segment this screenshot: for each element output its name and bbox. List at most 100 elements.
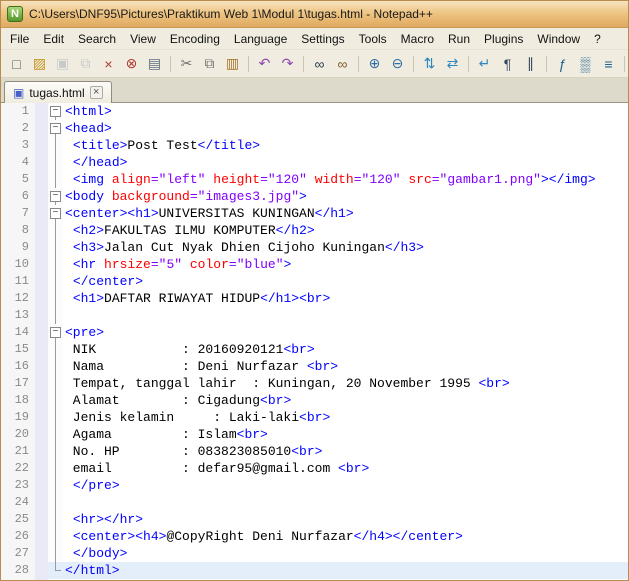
code-text[interactable]: email : defar95@gmail.com <br> xyxy=(63,460,628,477)
bookmark-margin[interactable] xyxy=(35,171,48,188)
bookmark-margin[interactable] xyxy=(35,239,48,256)
fold-collapse-box-icon[interactable]: − xyxy=(50,208,61,219)
fold-toggle-icon[interactable]: − xyxy=(48,120,63,137)
bookmark-margin[interactable] xyxy=(35,273,48,290)
document-map-icon[interactable]: ▒ xyxy=(575,53,596,74)
tab-tugas-html[interactable]: ▣ tugas.html × xyxy=(4,81,112,103)
zoom-in-icon[interactable]: ⊕ xyxy=(364,53,385,74)
menu-tools[interactable]: Tools xyxy=(352,29,394,49)
cut-icon[interactable]: ✂ xyxy=(176,53,197,74)
bookmark-margin[interactable] xyxy=(35,324,48,341)
code-text[interactable]: Tempat, tanggal lahir : Kuningan, 20 Nov… xyxy=(63,375,628,392)
copy-icon[interactable]: ⧉ xyxy=(199,53,220,74)
show-all-characters-icon[interactable]: ¶ xyxy=(497,53,518,74)
bookmark-margin[interactable] xyxy=(35,426,48,443)
editor-empty-area[interactable] xyxy=(63,579,628,580)
code-text[interactable]: <hr></hr> xyxy=(63,511,628,528)
code-text[interactable]: </head> xyxy=(63,154,628,171)
title-bar[interactable]: N C:\Users\DNF95\Pictures\Praktikum Web … xyxy=(1,1,628,28)
code-text[interactable]: <h3>Jalan Cut Nyak Dhien Cijoho Kuningan… xyxy=(63,239,628,256)
menu-window[interactable]: Window xyxy=(530,29,587,49)
bookmark-margin[interactable] xyxy=(35,494,48,511)
redo-icon[interactable]: ↷ xyxy=(277,53,298,74)
menu-language[interactable]: Language xyxy=(227,29,294,49)
menu-search[interactable]: Search xyxy=(71,29,123,49)
bookmark-margin[interactable] xyxy=(35,137,48,154)
paste-icon[interactable]: ▥ xyxy=(222,53,243,74)
indent-guide-icon[interactable]: ∥ xyxy=(520,53,541,74)
close-all-icon[interactable]: ⊗ xyxy=(121,53,142,74)
menu-run[interactable]: Run xyxy=(441,29,477,49)
fold-collapse-box-icon[interactable]: − xyxy=(50,327,61,338)
code-text[interactable]: <h2>FAKULTAS ILMU KOMPUTER</h2> xyxy=(63,222,628,239)
menu-file[interactable]: File xyxy=(3,29,36,49)
code-text[interactable]: Nama : Deni Nurfazar <br> xyxy=(63,358,628,375)
fold-collapse-box-icon[interactable]: − xyxy=(50,123,61,134)
fold-toggle-icon[interactable]: − xyxy=(48,188,63,205)
bookmark-margin[interactable] xyxy=(35,120,48,137)
menu-help[interactable]: ? xyxy=(587,29,608,49)
close-tab-icon[interactable]: × xyxy=(89,86,103,99)
code-text[interactable]: <h1>DAFTAR RIWAYAT HIDUP</h1><br> xyxy=(63,290,628,307)
replace-icon[interactable]: ∞ xyxy=(332,53,353,74)
code-text[interactable]: <pre> xyxy=(63,324,628,341)
bookmark-margin[interactable] xyxy=(35,358,48,375)
bookmark-margin[interactable] xyxy=(35,443,48,460)
menu-edit[interactable]: Edit xyxy=(36,29,71,49)
code-text[interactable] xyxy=(63,307,628,324)
bookmark-margin[interactable] xyxy=(35,545,48,562)
save-all-icon[interactable]: ⧉ xyxy=(75,53,96,74)
function-list-icon[interactable]: ƒ xyxy=(552,53,573,74)
bookmark-margin[interactable] xyxy=(35,307,48,324)
bookmark-margin[interactable] xyxy=(35,409,48,426)
code-text[interactable]: Alamat : Cigadung<br> xyxy=(63,392,628,409)
code-text[interactable]: </html> xyxy=(63,562,628,579)
bookmark-margin[interactable] xyxy=(35,528,48,545)
undo-icon[interactable]: ↶ xyxy=(254,53,275,74)
code-text[interactable] xyxy=(63,494,628,511)
code-text[interactable]: <center><h1>UNIVERSITAS KUNINGAN</h1> xyxy=(63,205,628,222)
document-switcher-icon[interactable]: ≡ xyxy=(598,53,619,74)
bookmark-margin[interactable] xyxy=(35,290,48,307)
editor[interactable]: 1− <html> 2− <head> 3 <title>Post Test</titl… xyxy=(1,103,628,580)
save-file-icon[interactable]: ▣ xyxy=(52,53,73,74)
menu-view[interactable]: View xyxy=(123,29,163,49)
bookmark-margin[interactable] xyxy=(35,375,48,392)
code-text[interactable]: <title>Post Test</title> xyxy=(63,137,628,154)
sync-horizontal-scroll-icon[interactable]: ⇄ xyxy=(442,53,463,74)
code-text[interactable]: <img align="left" height="120" width="12… xyxy=(63,171,628,188)
bookmark-margin[interactable] xyxy=(35,103,48,120)
bookmark-margin[interactable] xyxy=(35,154,48,171)
fold-toggle-icon[interactable]: − xyxy=(48,103,63,120)
find-icon[interactable]: ∞ xyxy=(309,53,330,74)
close-file-icon[interactable]: × xyxy=(98,53,119,74)
code-text[interactable]: <center><h4>@CopyRight Deni Nurfazar</h4… xyxy=(63,528,628,545)
code-text[interactable]: </pre> xyxy=(63,477,628,494)
code-text[interactable]: <body background="images3.jpg"> xyxy=(63,188,628,205)
new-file-icon[interactable]: □ xyxy=(6,53,27,74)
menu-settings[interactable]: Settings xyxy=(294,29,351,49)
bookmark-margin[interactable] xyxy=(35,256,48,273)
code-text[interactable]: <html> xyxy=(63,103,628,120)
bookmark-margin[interactable] xyxy=(35,188,48,205)
fold-collapse-box-icon[interactable]: − xyxy=(50,191,61,202)
code-text[interactable]: </center> xyxy=(63,273,628,290)
code-text[interactable]: <hr hrsize="5" color="blue"> xyxy=(63,256,628,273)
menu-macro[interactable]: Macro xyxy=(394,29,441,49)
bookmark-margin[interactable] xyxy=(35,477,48,494)
sync-vertical-scroll-icon[interactable]: ⇅ xyxy=(419,53,440,74)
code-text[interactable]: </body> xyxy=(63,545,628,562)
code-text[interactable]: No. HP : 083823085010<br> xyxy=(63,443,628,460)
bookmark-margin[interactable] xyxy=(35,341,48,358)
print-icon[interactable]: ▤ xyxy=(144,53,165,74)
code-text[interactable]: <head> xyxy=(63,120,628,137)
fold-toggle-icon[interactable]: − xyxy=(48,205,63,222)
open-file-icon[interactable]: ▨ xyxy=(29,53,50,74)
bookmark-margin[interactable] xyxy=(35,205,48,222)
fold-toggle-icon[interactable]: − xyxy=(48,324,63,341)
word-wrap-icon[interactable]: ↵ xyxy=(474,53,495,74)
zoom-out-icon[interactable]: ⊖ xyxy=(387,53,408,74)
fold-collapse-box-icon[interactable]: − xyxy=(50,106,61,117)
bookmark-margin[interactable] xyxy=(35,562,48,579)
menu-plugins[interactable]: Plugins xyxy=(477,29,530,49)
